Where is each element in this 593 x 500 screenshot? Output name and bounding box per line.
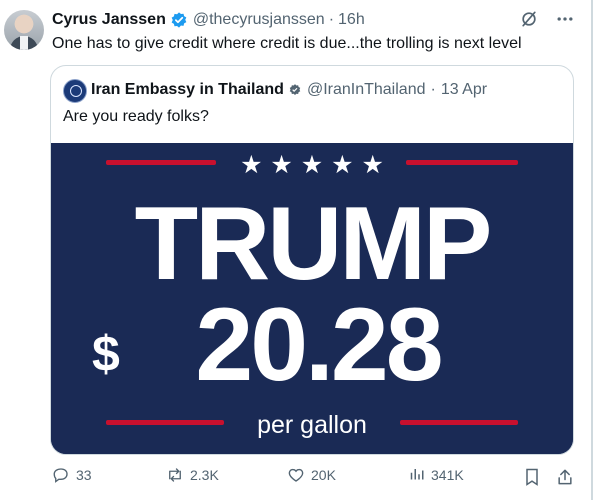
trump-headline: TRUMP <box>135 186 490 302</box>
quoted-author-name[interactable]: Iran Embassy in Thailand <box>91 81 284 99</box>
quoted-handle[interactable]: @IranInThailand <box>307 81 426 99</box>
price-text: 20.28 <box>195 287 440 403</box>
top-right-icons <box>519 9 575 29</box>
views-icon <box>410 469 424 480</box>
views-action[interactable]: 341K <box>407 466 464 484</box>
top-right-red-stripe <box>406 160 518 165</box>
government-badge-icon <box>289 84 301 96</box>
like-action[interactable]: 20K <box>287 466 336 484</box>
grok-icon[interactable] <box>519 9 539 29</box>
quoted-header: Iran Embassy in Thailand @IranInThailand… <box>91 81 487 99</box>
reply-action[interactable]: 33 <box>52 466 92 484</box>
quoted-date[interactable]: 13 Apr <box>441 81 487 99</box>
bottom-right-red-stripe <box>400 420 518 425</box>
share-icon[interactable] <box>555 467 575 487</box>
quoted-text: Are you ready folks? <box>63 108 209 125</box>
tweet-header: Cyrus Janssen @thecyrusjanssen · 16h <box>52 11 365 29</box>
verified-icon <box>171 12 187 28</box>
repost-action[interactable]: 2.3K <box>166 466 219 484</box>
post-time[interactable]: 16h <box>338 11 365 29</box>
tweet-actions: 33 2.3K 20K 341K <box>52 466 577 490</box>
view-count: 341K <box>431 467 464 483</box>
author-name[interactable]: Cyrus Janssen <box>52 11 166 29</box>
more-options-icon[interactable] <box>555 9 575 29</box>
tweet-text: One has to give credit where credit is d… <box>52 35 522 52</box>
heart-icon <box>288 468 304 482</box>
quoted-avatar[interactable] <box>63 79 87 103</box>
bookmark-icon[interactable] <box>522 467 542 487</box>
avatar-shirt <box>20 36 28 50</box>
bottom-left-red-stripe <box>106 420 224 425</box>
repost-count: 2.3K <box>190 467 219 483</box>
trump-price-banner: ★ ★ ★ ★ ★ TRUMP $ 20.28 per gallon <box>51 143 573 454</box>
top-left-red-stripe <box>106 160 216 165</box>
quoted-image[interactable]: ★ ★ ★ ★ ★ TRUMP $ 20.28 per gallon <box>51 143 573 454</box>
reply-icon <box>53 468 68 483</box>
repost-icon <box>169 468 181 482</box>
separator-dot: · <box>328 11 335 28</box>
quoted-tweet-card[interactable]: Iran Embassy in Thailand @IranInThailand… <box>50 65 574 455</box>
dollar-sign: $ <box>92 326 120 382</box>
like-count: 20K <box>311 467 336 483</box>
author-handle[interactable]: @thecyrusjanssen <box>193 11 325 29</box>
stars-text: ★ ★ ★ ★ ★ <box>240 150 384 179</box>
quoted-separator: · <box>430 81 436 98</box>
per-gallon-text: per gallon <box>257 411 367 439</box>
avatar[interactable] <box>4 10 44 50</box>
reply-count: 33 <box>76 467 92 483</box>
